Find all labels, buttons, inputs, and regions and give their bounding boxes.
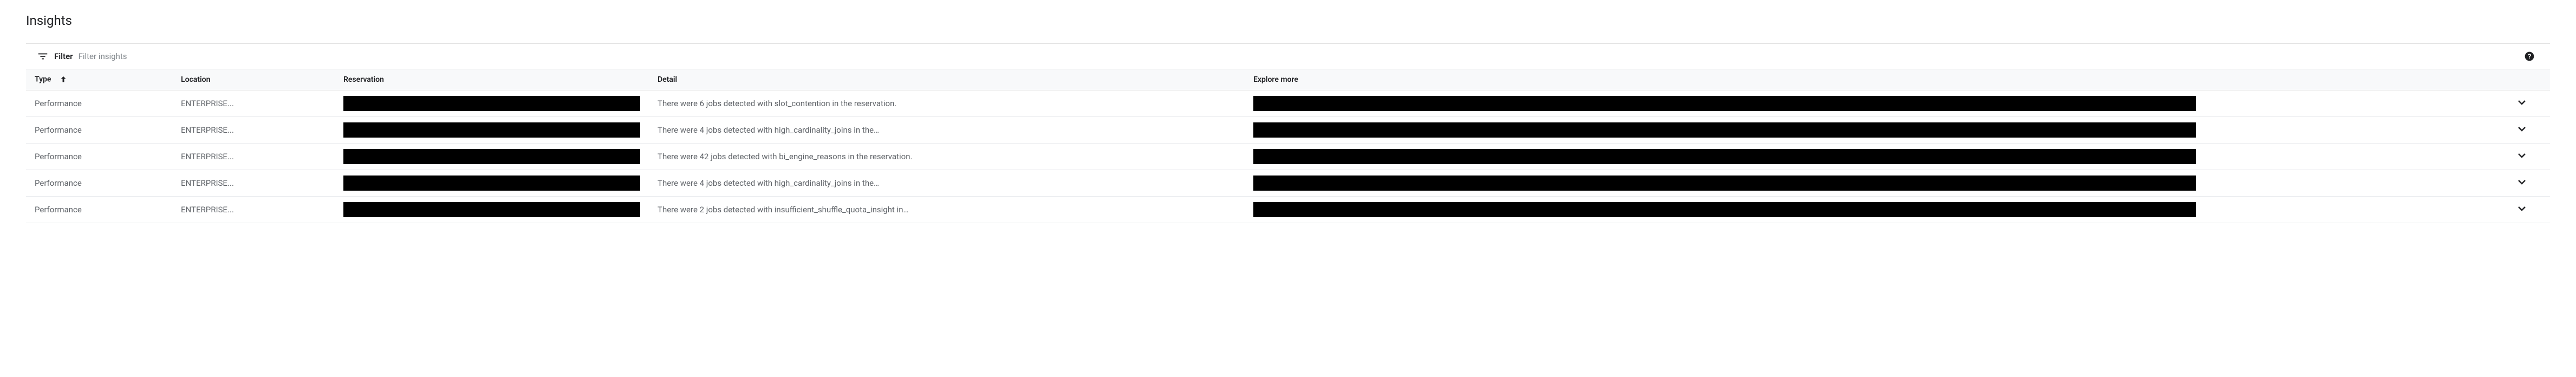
cell-location: ENTERPRISE... [172, 117, 335, 144]
redacted-block [343, 202, 640, 217]
table-row: PerformanceENTERPRISE... There were 4 job… [26, 170, 2550, 197]
insights-table: Type Location Reservation Detail Explore… [26, 69, 2550, 223]
cell-explore [1245, 197, 2485, 223]
redacted-block [1253, 96, 2196, 111]
chevron-down-icon[interactable] [2515, 96, 2528, 109]
cell-reservation [335, 144, 649, 170]
cell-expand [2485, 90, 2550, 117]
cell-location: ENTERPRISE... [172, 170, 335, 197]
table-row: PerformanceENTERPRISE... There were 2 job… [26, 197, 2550, 223]
cell-expand [2485, 144, 2550, 170]
cell-type: Performance [26, 170, 172, 197]
cell-reservation [335, 117, 649, 144]
table-row: PerformanceENTERPRISE... There were 6 job… [26, 90, 2550, 117]
cell-detail: There were 2 jobs detected with insuffic… [649, 197, 1245, 223]
chevron-down-icon[interactable] [2515, 122, 2528, 135]
cell-explore [1245, 117, 2485, 144]
cell-type: Performance [26, 197, 172, 223]
cell-location: ENTERPRISE... [172, 144, 335, 170]
chevron-down-icon[interactable] [2515, 149, 2528, 162]
filter-placeholder: Filter insights [79, 51, 127, 61]
column-header-expand [2485, 69, 2550, 90]
svg-text:?: ? [2527, 53, 2531, 60]
cell-expand [2485, 170, 2550, 197]
table-row: PerformanceENTERPRISE... There were 42 jo… [26, 144, 2550, 170]
redacted-block [1253, 202, 2196, 217]
cell-location: ENTERPRISE... [172, 197, 335, 223]
filter-input[interactable]: Filter Filter insights [54, 51, 2539, 61]
chevron-down-icon[interactable] [2515, 202, 2528, 215]
redacted-block [343, 96, 640, 111]
column-header-location[interactable]: Location [172, 69, 335, 90]
cell-explore [1245, 170, 2485, 197]
arrow-upward-icon [58, 75, 68, 84]
cell-explore [1245, 90, 2485, 117]
page-title: Insights [26, 13, 2550, 28]
redacted-block [343, 122, 640, 138]
column-header-label: Type [35, 75, 51, 84]
table-header: Type Location Reservation Detail Explore… [26, 69, 2550, 90]
cell-type: Performance [26, 144, 172, 170]
cell-detail: There were 42 jobs detected with bi_engi… [649, 144, 1245, 170]
redacted-block [343, 149, 640, 164]
cell-reservation [335, 90, 649, 117]
cell-detail: There were 4 jobs detected with high_car… [649, 117, 1245, 144]
redacted-block [343, 176, 640, 191]
redacted-block [1253, 149, 2196, 164]
cell-reservation [335, 197, 649, 223]
redacted-block [1253, 122, 2196, 138]
cell-expand [2485, 117, 2550, 144]
filter-bar: Filter Filter insights ? [26, 44, 2550, 69]
filter-label: Filter [54, 51, 73, 61]
table-row: PerformanceENTERPRISE... There were 4 job… [26, 117, 2550, 144]
cell-type: Performance [26, 90, 172, 117]
cell-type: Performance [26, 117, 172, 144]
cell-explore [1245, 144, 2485, 170]
redacted-block [1253, 176, 2196, 191]
cell-reservation [335, 170, 649, 197]
filter-list-icon [37, 50, 49, 62]
column-header-explore[interactable]: Explore more [1245, 69, 2485, 90]
help-icon[interactable]: ? [2524, 51, 2535, 62]
column-header-reservation[interactable]: Reservation [335, 69, 649, 90]
cell-detail: There were 4 jobs detected with high_car… [649, 170, 1245, 197]
cell-detail: There were 6 jobs detected with slot_con… [649, 90, 1245, 117]
cell-expand [2485, 197, 2550, 223]
column-header-detail[interactable]: Detail [649, 69, 1245, 90]
cell-location: ENTERPRISE... [172, 90, 335, 117]
column-header-type[interactable]: Type [26, 69, 172, 90]
chevron-down-icon[interactable] [2515, 176, 2528, 188]
